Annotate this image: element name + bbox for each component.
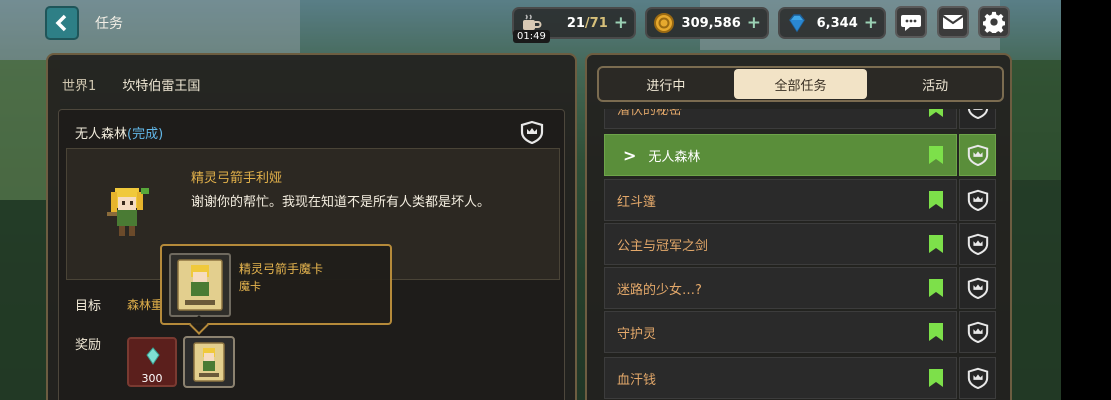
quest-row-shield[interactable]	[959, 179, 996, 221]
tab-all-quests[interactable]: 全部任务	[733, 69, 868, 99]
chat-icon	[901, 15, 921, 31]
tab-in-progress[interactable]: 进行中	[599, 68, 733, 100]
location-header: 世界1 坎特伯雷王国	[62, 75, 200, 94]
shield-crown-icon	[967, 233, 988, 255]
quest-row-main[interactable]: 公主与冠军之剑	[604, 223, 957, 265]
npc-name: 精灵弓箭手利娅	[191, 171, 283, 186]
quest-row-label: 无人森林	[648, 149, 701, 165]
gold-counter: 309,586 +	[645, 7, 769, 39]
quest-row-label: 迷路的少女…?	[617, 282, 702, 298]
chevron-right-icon: >	[623, 145, 637, 165]
shield-crown-icon	[967, 277, 988, 299]
reward-card-icon	[193, 342, 225, 382]
quest-row-main[interactable]: 迷路的少女…?	[604, 267, 957, 309]
shield-crown-icon	[967, 144, 988, 166]
quest-title: 无人森林(完成)	[75, 123, 163, 142]
quest-row-label: 潜伏的秘密	[617, 109, 683, 118]
mail-icon	[942, 15, 964, 29]
tooltip-card-name: 精灵弓箭手魔卡	[239, 262, 324, 276]
quest-row[interactable]: 公主与冠军之剑	[604, 223, 997, 265]
npc-dialog-text: 谢谢你的帮忙。我现在知道不是所有人类都是坏人。	[191, 195, 491, 210]
reward-gem-slot[interactable]: 300	[127, 337, 177, 387]
npc-portrait-image	[107, 188, 149, 236]
reward-gem-count: 300	[141, 372, 163, 385]
shield-crown-icon	[520, 120, 544, 144]
target-label: 目标	[75, 299, 102, 314]
quest-row-main[interactable]: 红斗篷	[604, 179, 957, 221]
gear-icon	[983, 11, 1005, 33]
back-button[interactable]	[45, 6, 79, 40]
shield-crown-icon	[967, 189, 988, 211]
quest-row[interactable]: 红斗篷	[604, 179, 997, 221]
quest-row[interactable]: 迷路的少女…?	[604, 267, 997, 309]
quest-tabs: 进行中 全部任务 活动	[597, 66, 1004, 102]
quest-name: 无人森林	[75, 127, 128, 142]
quest-row-selected[interactable]: > 无人森林	[604, 134, 997, 176]
quest-row-main[interactable]: 血汗钱	[604, 357, 957, 399]
energy-current: 21	[566, 15, 585, 31]
quest-row-shield[interactable]	[959, 357, 996, 399]
region-label: 坎特伯雷王国	[122, 79, 201, 94]
target-value: 森林重	[127, 298, 164, 312]
energy-max: /71	[584, 15, 608, 31]
back-arrow-icon	[55, 14, 67, 32]
reward-card-slot[interactable]	[183, 336, 235, 388]
quest-row-shield[interactable]	[959, 311, 996, 353]
quest-row-shield[interactable]	[959, 223, 996, 265]
gold-add-button[interactable]: +	[747, 13, 761, 33]
quest-list-panel: 进行中 全部任务 活动 潜伏的秘密 > 无人森林 红斗篷 公主与冠军之剑 迷路的…	[585, 53, 1012, 400]
world-label: 世界1	[62, 79, 97, 94]
quest-row-main[interactable]: 潜伏的秘密	[604, 109, 957, 129]
gem-counter: 6,344 +	[778, 7, 886, 39]
quest-row-label: 红斗篷	[617, 194, 657, 210]
quest-row-shield[interactable]	[959, 134, 996, 176]
quest-row-label: 公主与冠军之剑	[617, 238, 709, 254]
quest-row-shield[interactable]	[959, 267, 996, 309]
quest-row-main[interactable]: > 无人森林	[604, 134, 957, 176]
shield-crown-icon	[967, 321, 988, 343]
quest-row-label: 血汗钱	[617, 372, 657, 388]
page-title: 任务	[95, 16, 123, 32]
tab-events[interactable]: 活动	[868, 68, 1002, 100]
reward-label: 奖励	[75, 338, 102, 353]
gold-coin-icon	[654, 13, 674, 33]
energy-timer: 01:49	[513, 30, 550, 43]
quest-list: 潜伏的秘密 > 无人森林 红斗篷 公主与冠军之剑 迷路的少女…? 守护灵 血汗钱	[604, 109, 997, 400]
gold-amount: 309,586	[681, 15, 741, 31]
tooltip-card-type: 魔卡	[239, 280, 261, 293]
quest-row-label: 守护灵	[617, 326, 657, 342]
tooltip-card-image	[169, 253, 231, 317]
card-tooltip: 精灵弓箭手魔卡 魔卡	[160, 244, 392, 335]
screen-edge	[1061, 0, 1111, 400]
gem-icon	[789, 14, 805, 33]
shield-crown-icon	[967, 367, 988, 389]
quest-detail-panel: 世界1 坎特伯雷王国 无人森林(完成) 精灵弓箭手利娅 谢谢你的帮忙。我现在知道…	[46, 53, 577, 400]
quest-row[interactable]: 血汗钱	[604, 357, 997, 399]
shield-crown-icon	[967, 109, 988, 119]
settings-button[interactable]	[978, 6, 1010, 38]
gem-amount: 6,344	[816, 15, 858, 31]
quest-row[interactable]: 守护灵	[604, 311, 997, 353]
quest-row[interactable]: 潜伏的秘密	[604, 109, 997, 129]
card-art-icon	[177, 259, 223, 311]
quest-row-shield[interactable]	[959, 109, 996, 129]
chat-button[interactable]	[895, 6, 927, 38]
quest-status: (完成)	[127, 127, 164, 142]
mail-button[interactable]	[937, 6, 969, 38]
gem-add-button[interactable]: +	[864, 13, 878, 33]
quest-row-main[interactable]: 守护灵	[604, 311, 957, 353]
energy-add-button[interactable]: +	[614, 13, 628, 33]
reward-gem-icon	[146, 347, 160, 365]
